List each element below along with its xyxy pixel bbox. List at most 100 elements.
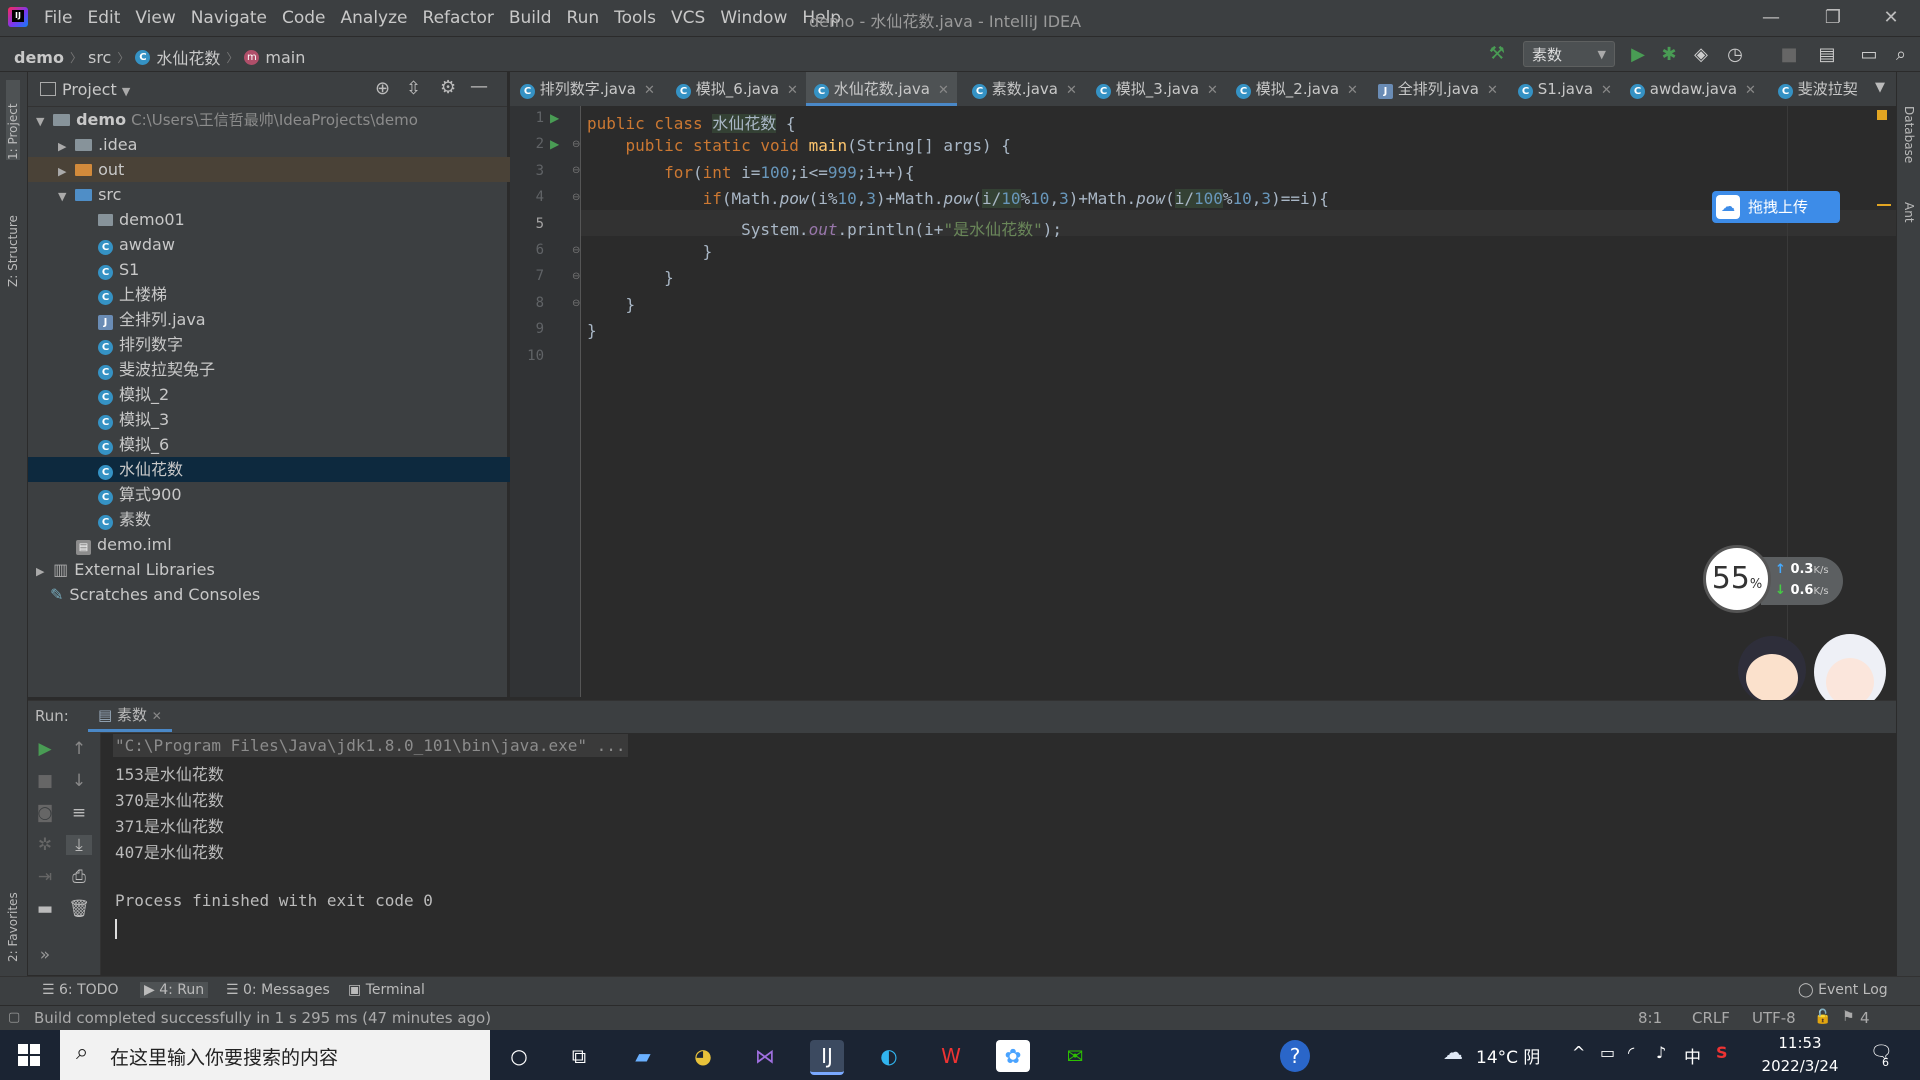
file-encoding[interactable]: UTF-8 [1752,1009,1796,1027]
tab-prime[interactable]: C 素数.java ✕ [972,72,1077,106]
menu-file[interactable]: File [44,8,72,28]
print-icon[interactable]: ⎙ [66,867,92,887]
fold-icon[interactable]: ⊖ [572,298,580,309]
lock-icon[interactable]: 🔓 [1814,1009,1831,1025]
close-icon[interactable]: ✕ [1487,83,1498,98]
tree-root-demo[interactable]: ▼ demo C:\Users\王信哲最帅\IdeaProjects\demo [28,107,515,132]
weather-cloud-icon[interactable]: ☁ [1443,1040,1463,1064]
weather-text[interactable]: 14°C 阴 [1476,1043,1540,1068]
line-separator[interactable]: CRLF [1692,1009,1730,1027]
tab-awdaw[interactable]: C awdaw.java ✕ [1630,72,1756,106]
tree-item-stairs[interactable]: C 上楼梯 [28,282,577,307]
close-icon[interactable]: ✕ [1347,83,1358,98]
fold-icon[interactable]: ⊖ [572,245,580,256]
task-view-icon[interactable]: ⧉ [562,1040,596,1072]
menu-view[interactable]: View [135,8,175,28]
close-icon[interactable]: ✕ [1207,83,1218,98]
tree-item-out[interactable]: ▶ out [28,157,537,182]
wps-office-icon[interactable]: W [934,1040,968,1072]
tree-item-awdaw[interactable]: Cawdaw [28,232,577,257]
tab-list-chevron-icon[interactable]: ▼ [1875,80,1885,95]
close-icon[interactable]: ✕ [938,83,949,98]
drag-upload-button[interactable]: ☁ 拖拽上传 [1712,191,1840,223]
tree-item-arrange-numbers[interactable]: C 排列数字 [28,332,577,357]
run-gutter-icon[interactable]: ▶ [550,111,559,125]
tab-arrange-numbers[interactable]: C 排列数字.java ✕ [520,72,655,106]
menu-edit[interactable]: Edit [87,8,120,28]
profile-icon[interactable]: ◷ [1722,44,1748,65]
stop-icon[interactable]: ■ [1776,44,1802,65]
menu-analyze[interactable]: Analyze [341,8,408,28]
scroll-to-end-icon[interactable]: ⤓ [66,835,92,855]
run-configuration-select[interactable]: 素数 ▼ [1523,41,1615,67]
sogou-ime-icon[interactable]: S [1716,1043,1728,1062]
tree-item-scratches[interactable]: ✎ Scratches and Consoles [28,582,529,607]
error-stripe-mark[interactable] [1877,204,1891,206]
menu-refactor[interactable]: Refactor [423,8,494,28]
network-speed-widget[interactable]: ↑ 0.3K/s ↓ 0.6K/s 55% [1703,545,1843,617]
breadcrumb-file[interactable]: 水仙花数 [156,45,220,69]
menu-tools[interactable]: Tools [614,8,656,28]
run-tab-prime[interactable]: ▤ 素数 ✕ [88,701,172,732]
close-icon[interactable]: ✕ [1745,83,1756,98]
file-manager-icon[interactable]: ▰ [626,1040,660,1072]
tab-sim-6[interactable]: C 模拟_6.java ✕ [676,72,798,106]
help-icon[interactable]: ? [1280,1040,1310,1072]
tree-item-demo01[interactable]: demo01 [28,207,577,232]
tray-expand-icon[interactable]: ^ [1572,1043,1585,1062]
caret-position[interactable]: 8:1 [1638,1009,1662,1027]
more-icon[interactable]: » [32,945,58,965]
scroll-up-icon[interactable]: ↑ [66,739,92,759]
tab-sim-3[interactable]: C 模拟_3.java ✕ [1096,72,1218,106]
tool-tab-todo[interactable]: ☰ 6: TODO [42,982,118,998]
tree-item-src[interactable]: ▼ src [28,182,537,207]
menu-window[interactable]: Window [720,8,787,28]
close-icon[interactable]: ✕ [644,83,655,98]
locate-icon[interactable]: ⊕ [375,78,390,99]
clock-date[interactable]: 2022/3/24 [1758,1057,1842,1075]
menu-build[interactable]: Build [509,8,552,28]
project-structure-icon[interactable]: ▤ [1814,44,1840,65]
edge-browser-icon[interactable]: ◐ [872,1040,906,1072]
baidu-netdisk-icon[interactable]: ✿ [996,1040,1030,1072]
status-message[interactable]: Build completed successfully in 1 s 295 … [34,1009,491,1027]
settings-icon[interactable]: ✲ [32,835,58,855]
tool-tab-ant[interactable]: Ant [1902,202,1916,242]
scroll-down-icon[interactable]: ↓ [66,771,92,791]
coverage-icon[interactable]: ◈ [1688,44,1714,65]
run-gutter-icon[interactable]: ▶ [550,137,559,151]
close-icon[interactable]: ✕ [1066,83,1077,98]
menu-code[interactable]: Code [282,8,326,28]
tree-item-sim-6[interactable]: C 模拟_6 [28,432,577,457]
tool-tab-event-log[interactable]: ◯ Event Log [1798,982,1888,998]
ime-indicator[interactable]: 中 [1684,1043,1701,1068]
taskbar-search-box[interactable]: ⌕ 在这里输入你要搜索的内容 [60,1030,490,1080]
soft-wrap-icon[interactable]: ≡ [66,803,92,823]
breadcrumb-src[interactable]: src [88,48,111,67]
intellij-taskbar-icon[interactable]: IJ [810,1040,844,1075]
stop-icon[interactable]: ■ [32,771,58,791]
menu-run[interactable]: Run [567,8,600,28]
tool-tab-structure[interactable]: Z: Structure [6,187,20,287]
fold-icon[interactable]: ⊖ [572,192,580,203]
project-view-select[interactable]: Project ▼ [40,80,130,99]
tool-tab-terminal[interactable]: ▣ Terminal [348,982,425,998]
git-icon[interactable]: ⚑ [1842,1009,1855,1025]
tool-tab-project[interactable]: 1: Project [6,80,20,160]
close-icon[interactable]: ✕ [152,709,162,723]
visual-studio-icon[interactable]: ⋈ [748,1040,782,1072]
minimize-button[interactable]: — [1756,6,1786,30]
tool-tab-database[interactable]: Database [1902,106,1916,176]
close-icon[interactable]: ✕ [1601,83,1612,98]
camera-icon[interactable]: ◙ [32,803,58,823]
run-console[interactable]: "C:\Program Files\Java\jdk1.8.0_101\bin\… [101,733,1896,975]
tool-tab-run[interactable]: ▶ 4: Run [140,982,209,998]
clock-time[interactable]: 11:53 [1770,1034,1830,1052]
rerun-icon[interactable]: ▶ [32,739,58,759]
fold-icon[interactable]: ⊖ [572,271,580,282]
gear-icon[interactable]: ⚙ [440,77,456,98]
wifi-icon[interactable]: ◜ [1628,1043,1634,1062]
debug-bug-icon[interactable]: ✱ [1656,44,1682,65]
fold-icon[interactable]: ⊖ [572,139,580,150]
close-icon[interactable]: ✕ [787,83,798,98]
